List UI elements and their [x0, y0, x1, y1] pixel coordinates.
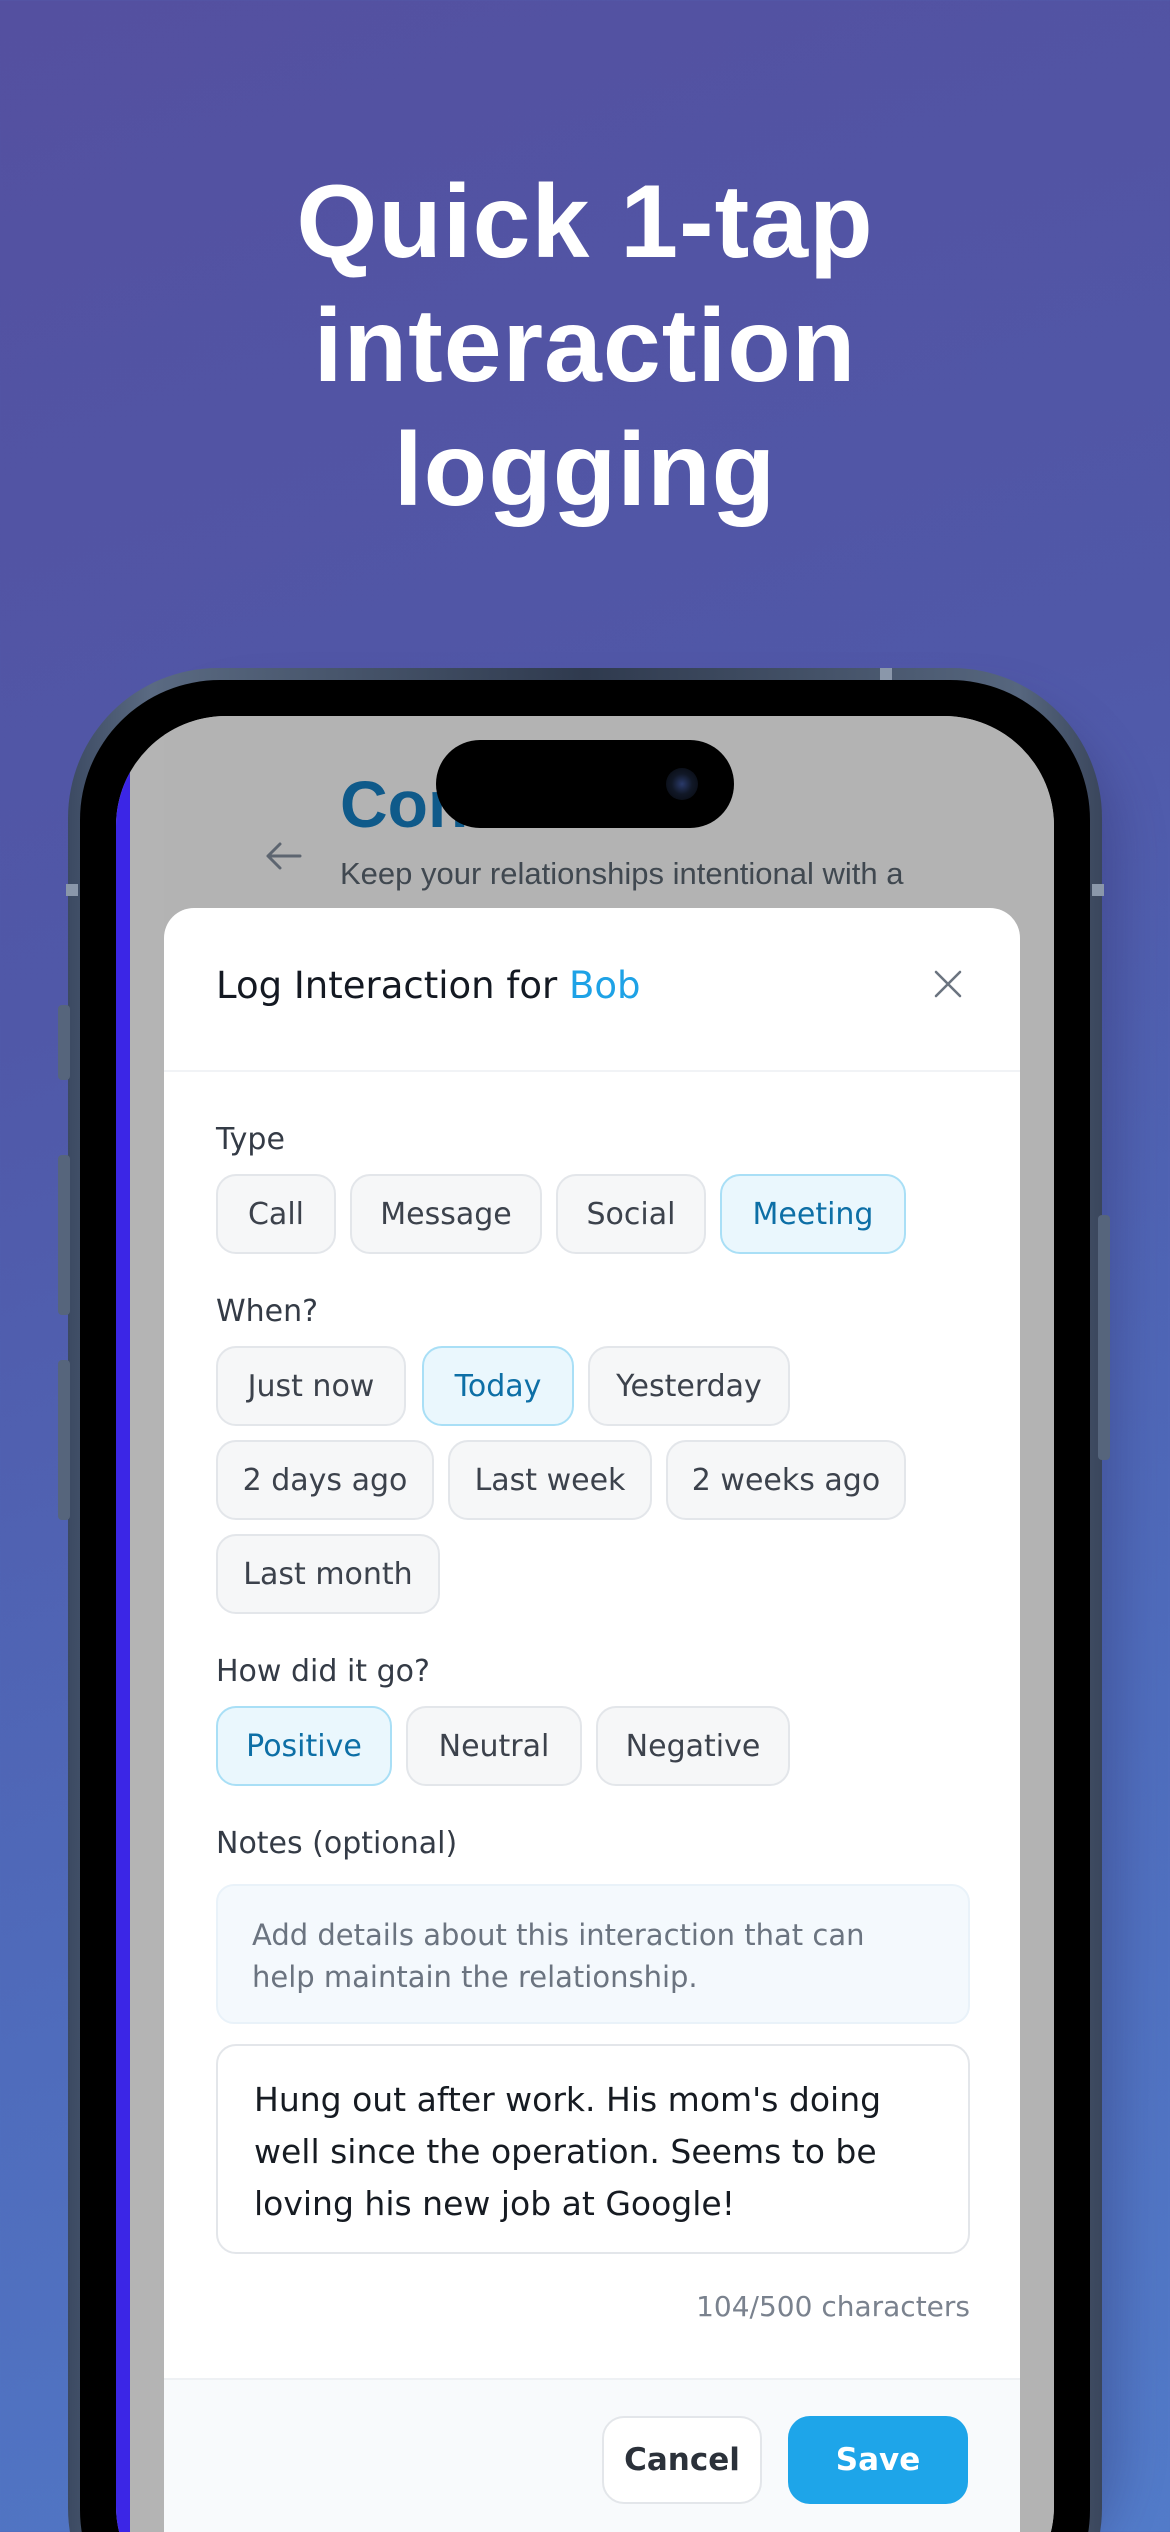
modal-footer: Cancel Save — [164, 2378, 1020, 2532]
cancel-button[interactable]: Cancel — [602, 2416, 762, 2504]
action-button — [58, 1005, 70, 1080]
antenna-band — [1092, 884, 1104, 896]
when-option-2-days-ago[interactable]: 2 days ago — [216, 1440, 434, 1520]
sentiment-option-positive[interactable]: Positive — [216, 1706, 392, 1786]
modal-title-prefix: Log Interaction for — [216, 964, 558, 1007]
modal-header: Log Interaction for Bob — [164, 908, 1020, 1072]
headline: Quick 1-tap interaction logging — [296, 164, 874, 528]
sentiment-option-negative[interactable]: Negative — [596, 1706, 790, 1786]
save-button[interactable]: Save — [788, 2416, 968, 2504]
screen-edge-accent — [116, 716, 130, 2532]
type-option-message[interactable]: Message — [350, 1174, 542, 1254]
background-page-subtitle: Keep your relationships intentional with… — [340, 856, 904, 891]
type-option-social[interactable]: Social — [556, 1174, 706, 1254]
when-option-last-month[interactable]: Last month — [216, 1534, 440, 1614]
camera-icon — [666, 768, 698, 800]
type-option-meeting[interactable]: Meeting — [720, 1174, 906, 1254]
antenna-band — [66, 884, 78, 896]
power-button — [1098, 1215, 1110, 1460]
type-label: Type — [216, 1122, 285, 1157]
notes-hint: Add details about this interaction that … — [216, 1884, 970, 2024]
when-option-today[interactable]: Today — [422, 1346, 574, 1426]
log-interaction-modal: Log Interaction for Bob Type Call Messag… — [164, 908, 1020, 2532]
contact-name: Bob — [569, 964, 641, 1007]
dynamic-island — [436, 740, 734, 828]
when-label: When? — [216, 1294, 319, 1329]
volume-down-button — [58, 1360, 70, 1520]
volume-up-button — [58, 1155, 70, 1315]
close-icon[interactable] — [932, 968, 964, 1000]
back-arrow-icon[interactable] — [264, 836, 304, 876]
when-option-2-weeks-ago[interactable]: 2 weeks ago — [666, 1440, 906, 1520]
character-counter: 104/500 characters — [696, 2290, 970, 2323]
antenna-band — [880, 668, 892, 680]
notes-textarea[interactable]: Hung out after work. His mom's doing wel… — [216, 2044, 970, 2254]
when-option-yesterday[interactable]: Yesterday — [588, 1346, 790, 1426]
sentiment-option-neutral[interactable]: Neutral — [406, 1706, 582, 1786]
modal-title: Log Interaction for Bob — [216, 964, 641, 1007]
type-option-call[interactable]: Call — [216, 1174, 336, 1254]
when-option-last-week[interactable]: Last week — [448, 1440, 652, 1520]
phone-screen: Cont Keep your relationships intentional… — [116, 716, 1054, 2532]
notes-label: Notes (optional) — [216, 1826, 458, 1861]
sentiment-label: How did it go? — [216, 1654, 430, 1689]
when-option-just-now[interactable]: Just now — [216, 1346, 406, 1426]
